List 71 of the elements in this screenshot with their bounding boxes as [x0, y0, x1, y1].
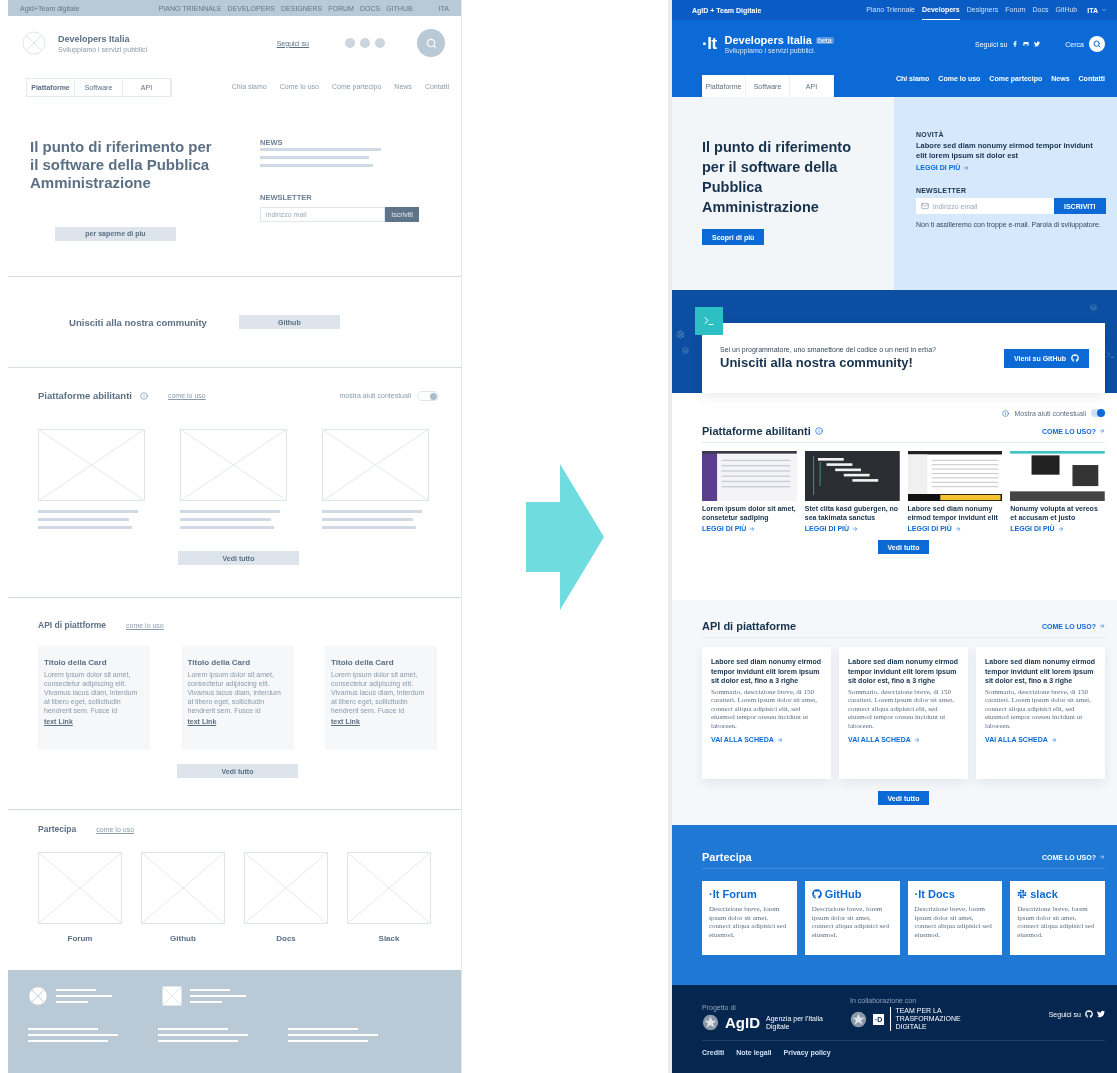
section-title: Partecipa [702, 851, 752, 863]
hero-title: Il punto di riferimento per il software della Pubblica Amministrazione [702, 138, 853, 217]
arrow-icon [776, 736, 783, 743]
mail-icon [921, 202, 929, 210]
logo-placeholder [28, 986, 48, 1006]
placeholder-line [158, 1028, 228, 1030]
logo-placeholder [22, 31, 46, 55]
terminal-icon [1106, 350, 1115, 359]
placeholder-line [28, 1028, 98, 1030]
card-title: Titolo della Card [187, 658, 252, 667]
image-placeholder [162, 986, 182, 1006]
layers-icon [682, 347, 689, 354]
card-title: Titolo della Card [44, 658, 108, 667]
community-title: Unisciti alla nostra community! [720, 355, 914, 370]
arrow-icon [1099, 623, 1105, 629]
placeholder-line [56, 995, 112, 997]
gear-icon [676, 330, 685, 339]
hero-title: Il punto di riferimento per il software della Pubblica Amministrazione [30, 138, 213, 192]
channel-title: ·It Docs [914, 888, 956, 900]
toggle-switch[interactable] [417, 390, 439, 401]
search-icon [425, 37, 437, 49]
placeholder-line [56, 1001, 88, 1003]
placeholder-line [190, 1001, 222, 1003]
info-icon [1002, 409, 1010, 417]
github-icon [1071, 354, 1079, 362]
github-icon[interactable] [1085, 1010, 1093, 1018]
arrow-icon [1099, 428, 1105, 434]
channel-label: Forum [67, 934, 93, 943]
section-title: API di piattaforme [702, 620, 797, 632]
github-icon [811, 889, 822, 899]
layers-icon [1090, 304, 1097, 311]
section-title: Piattaforme abilitanti [38, 390, 132, 401]
arrow-icon [852, 525, 859, 532]
arrow-icon [749, 525, 756, 532]
site-title: Developers Italia [724, 34, 812, 46]
placeholder-line [190, 995, 246, 997]
placeholder-line [190, 989, 230, 991]
section-title: Partecipa [38, 824, 77, 834]
channel-title: GitHub [811, 888, 893, 900]
channel-label: Docs [276, 934, 296, 943]
section-title: API di piattforme [38, 620, 106, 630]
slack-icon [1017, 889, 1028, 899]
site-logo: ·It [702, 34, 717, 54]
emblem-icon [702, 1014, 719, 1031]
agid-logo: AgID [725, 1014, 760, 1031]
info-icon [139, 391, 148, 400]
arrow-icon [1050, 736, 1057, 743]
arrow-icon [526, 463, 604, 610]
site-title: Developers Italia [58, 33, 131, 44]
card-title: Titolo della Card [331, 658, 395, 667]
channel-title: ·It Forum [709, 888, 758, 900]
facebook-icon[interactable] [1012, 41, 1019, 47]
arrow-icon [1057, 525, 1064, 532]
channel-title: slack [1017, 888, 1098, 900]
twitter-icon[interactable] [1097, 1010, 1105, 1018]
channel-label: Slack [378, 934, 400, 943]
search-button[interactable] [1089, 36, 1105, 52]
emblem-icon [850, 1010, 867, 1028]
placeholder-line [288, 1028, 358, 1030]
info-icon [814, 427, 823, 435]
arrow-icon [1099, 854, 1105, 860]
arrow-icon [913, 736, 920, 743]
community-title: Unisciti alla nostra community [69, 316, 207, 328]
caret-icon [1101, 7, 1107, 13]
placeholder-line [56, 989, 96, 991]
section-title: Piattaforme abilitanti [702, 425, 811, 437]
arrow-icon [963, 164, 970, 171]
toggle-switch[interactable] [1091, 409, 1105, 417]
arrow-icon [954, 525, 961, 532]
channel-label: Github [170, 934, 196, 943]
search-icon [1093, 40, 1101, 48]
